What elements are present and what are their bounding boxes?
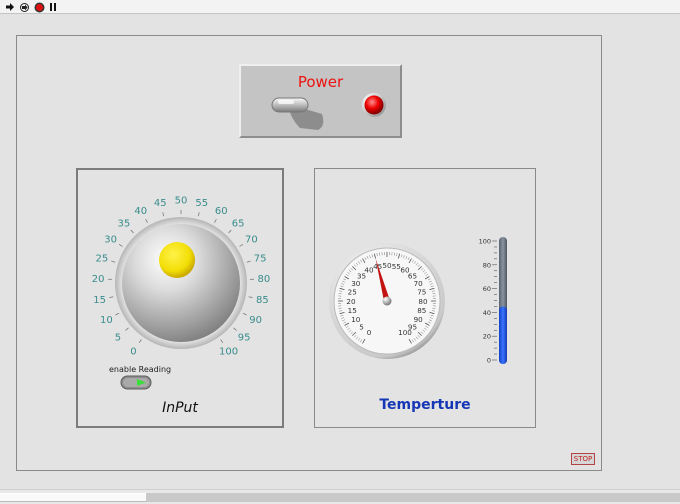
knob-tick-label: 50 <box>175 196 188 207</box>
tank-fill <box>499 306 507 364</box>
knob-tick-label: 70 <box>245 235 258 246</box>
knob-tick-label: 85 <box>256 295 269 306</box>
knob-tick <box>220 339 224 344</box>
enable-reading-toggle[interactable] <box>120 375 152 390</box>
input-knob-control: 0510 15 20 25 3035 40 45 50 55 60 6570 75 80 85 90 9510… <box>92 196 271 390</box>
power-controls <box>271 93 386 130</box>
power-toggle-switch[interactable] <box>271 97 324 130</box>
knob-tick <box>162 212 165 217</box>
knob-tick <box>246 260 251 263</box>
temperature-gauge: 0510152025303540455055606570758085909510… <box>329 237 507 365</box>
knob-tick-label: 55 <box>195 198 208 209</box>
scrollbar-track[interactable] <box>146 493 680 502</box>
gauge-tick-label: 10 <box>351 315 361 324</box>
knob-indicator-light <box>159 242 195 278</box>
knob-tick-label: 95 <box>238 332 251 343</box>
power-led <box>362 93 386 117</box>
knob-tick <box>109 296 114 298</box>
tank-tick-label: 100 <box>479 238 491 246</box>
knob-tick-label: 35 <box>117 218 130 229</box>
knob-tick <box>233 327 237 331</box>
tank-tick-label: 40 <box>483 309 491 317</box>
knob-tick-label: 45 <box>154 198 167 209</box>
tank-tick-label: 80 <box>483 261 491 269</box>
knob-tick <box>130 229 134 234</box>
tank-tick-label: 60 <box>483 285 491 293</box>
run-toolbar <box>0 0 680 14</box>
gauge-tick-label: 70 <box>414 279 424 288</box>
input-caption: InPut <box>162 400 198 416</box>
knob-tick <box>145 218 148 223</box>
tank-tick-label: 20 <box>483 333 491 341</box>
knob-tick <box>138 339 142 344</box>
gauge-tick-label: 15 <box>348 306 357 315</box>
run-arrow-icon[interactable] <box>4 1 16 13</box>
knob[interactable] <box>122 224 240 342</box>
scrollbar-thumb[interactable] <box>0 493 146 502</box>
knob-tick-label: 20 <box>92 274 105 285</box>
knob-tick-label: 90 <box>249 315 262 326</box>
knob-tick-label: 0 <box>130 346 136 357</box>
horizontal-scrollbar[interactable] <box>0 489 680 504</box>
enable-reading-label: enable Reading <box>109 365 172 374</box>
knob-tick <box>118 243 123 247</box>
knob-tick <box>111 260 116 263</box>
knob-tick <box>125 327 129 331</box>
knob-tick-label: 75 <box>254 254 267 265</box>
gauge-tick-label: 50 <box>382 261 392 270</box>
tank-tick-label: 0 <box>487 357 491 365</box>
knob-tick-label: 15 <box>93 295 106 306</box>
gauge-tick-label: 0 <box>367 328 372 337</box>
knob-tick <box>248 296 253 298</box>
knob-tick <box>239 243 244 247</box>
knob-tick-label: 40 <box>134 206 147 217</box>
knob-tick <box>197 212 200 217</box>
knob-tick <box>242 312 247 316</box>
knob-tick-label: 5 <box>115 332 121 343</box>
temperature-caption: Temperture <box>379 397 471 413</box>
run-continuously-icon[interactable] <box>18 1 30 13</box>
gauge-tick-label: 75 <box>417 287 426 296</box>
gauge-tick-label: 80 <box>418 297 428 306</box>
gauge-tick-label: 20 <box>346 297 356 306</box>
tank-scale: 0 20 40 60 80 100 <box>479 238 497 365</box>
knob-tick <box>228 229 232 234</box>
gauge-tick-label: 100 <box>398 328 412 337</box>
knob-tick <box>214 218 217 223</box>
pause-icon[interactable] <box>47 1 59 13</box>
stop-button[interactable]: STOP <box>571 453 595 465</box>
knob-tick-label: 80 <box>258 274 271 285</box>
knob-tick-label: 30 <box>104 235 117 246</box>
knob-tick-label: 10 <box>100 315 113 326</box>
gauge-hub <box>382 296 392 306</box>
knob-tick <box>115 312 120 316</box>
gauge-tick-label: 25 <box>348 287 357 296</box>
knob-tick-label: 25 <box>95 254 108 265</box>
knob-tick-label: 60 <box>215 206 228 217</box>
knob-tick-label: 100 <box>219 346 238 357</box>
knob-tick-label: 65 <box>232 218 245 229</box>
gauge-tick-label: 85 <box>417 306 426 315</box>
abort-icon[interactable] <box>33 1 45 13</box>
